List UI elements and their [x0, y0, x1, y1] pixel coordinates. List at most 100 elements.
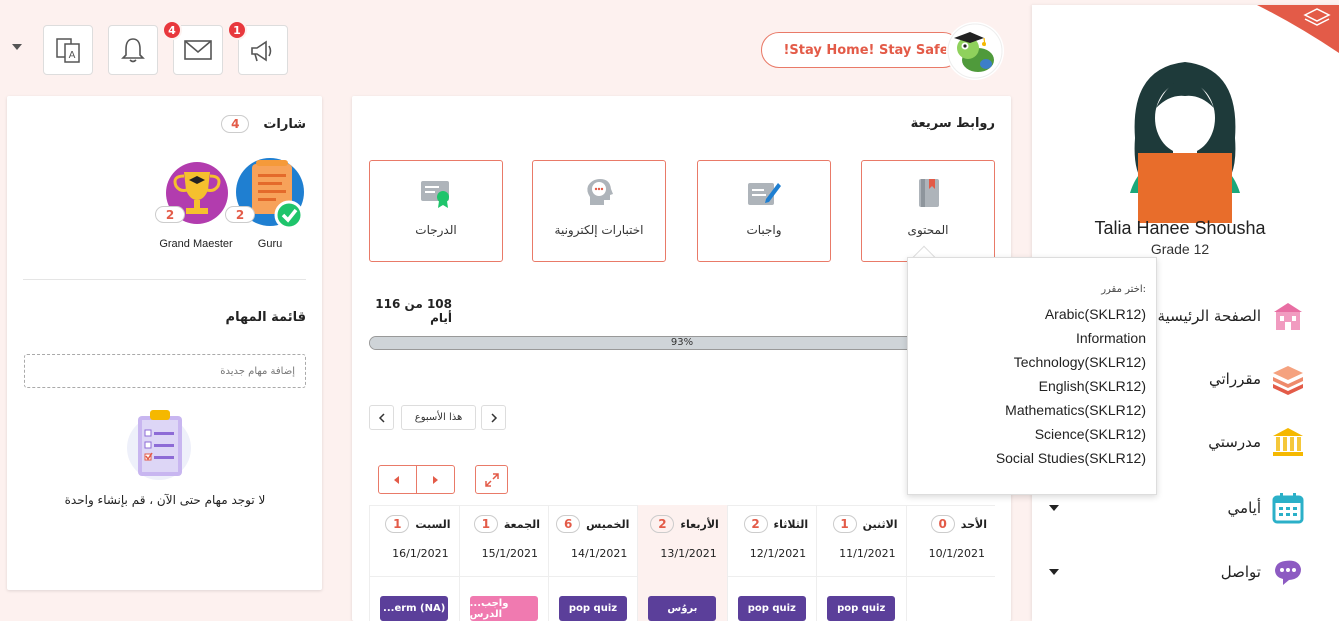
day-date: 10/1/2021	[928, 547, 985, 560]
language-button[interactable]: A	[43, 25, 93, 75]
user-avatar	[1100, 58, 1270, 228]
course-option[interactable]: Technology(SKLR12)	[1014, 354, 1146, 370]
nav-home-label: الصفحة الرئيسية	[1157, 307, 1262, 325]
calendar-event[interactable]: pop quiz	[827, 596, 896, 621]
notifications-button[interactable]	[108, 25, 158, 75]
calendar-event[interactable]: ...واجب الدرس	[469, 596, 538, 621]
day-date: 16/1/2021	[392, 547, 449, 560]
calendar-event[interactable]: بروُس	[648, 596, 717, 621]
thinking-head-icon	[587, 179, 613, 205]
day-name: الاثنين	[862, 517, 898, 531]
book-icon	[919, 179, 939, 207]
translate-icon: A	[56, 38, 80, 63]
quick-links-title: روابط سريعة	[910, 116, 995, 131]
day-name: الأربعاء	[680, 517, 719, 531]
day-name: الثلاثاء	[773, 517, 809, 531]
calendar-prev-button[interactable]	[379, 466, 417, 493]
day-event-count: 1	[473, 515, 498, 533]
course-popup-label: اختر مقرر:	[1101, 284, 1146, 295]
day-name: الجمعة	[503, 517, 540, 531]
badge-grand-maester-count: 2	[155, 206, 185, 223]
tasks-empty-message: لا توجد مهام حتى الآن ، قم بإنشاء واحدة	[64, 493, 266, 507]
tile-grades-label: الدرجات	[415, 223, 457, 237]
badges-header: 4 شارات	[221, 115, 306, 133]
user-grade: Grade 12	[1150, 241, 1210, 257]
this-week-button[interactable]: هذا الأسبوع	[401, 405, 476, 430]
expand-icon	[484, 472, 499, 487]
user-name: Talia Hanee Shousha	[1094, 218, 1266, 238]
books-icon	[1273, 366, 1303, 395]
user-menu-caret[interactable]	[12, 44, 22, 50]
day-header: 2 الأربعاء	[650, 515, 719, 533]
day-header: 0 الأحد	[930, 515, 987, 533]
day-name: الأحد	[960, 517, 987, 531]
day-column[interactable]: 6 الخميس 14/1/2021 pop quiz	[548, 505, 637, 621]
day-date: 13/1/2021	[660, 547, 717, 560]
day-column[interactable]: 1 السبت 16/1/2021 ...erm (NA)	[369, 505, 458, 621]
nav-my-school-label: مدرستي	[1208, 433, 1261, 451]
course-option[interactable]: Social Studies(SKLR12)	[996, 450, 1146, 466]
caret-right-icon	[433, 475, 439, 484]
expand-calendar-button[interactable]	[475, 465, 508, 494]
tile-grades[interactable]: الدرجات	[369, 160, 503, 262]
calendar-event[interactable]: ...erm (NA)	[380, 596, 449, 621]
tasks-title: قائمة المهام	[225, 310, 306, 325]
tile-e-exams[interactable]: اختبارات إلكترونية	[532, 160, 666, 262]
new-task-input[interactable]	[24, 354, 306, 388]
year-progress-percent: 93%	[670, 337, 694, 348]
day-event-count: 2	[650, 515, 675, 533]
day-header: 1 الجمعة	[473, 515, 540, 533]
calendar-icon	[1272, 493, 1304, 524]
calendar-event[interactable]: pop quiz	[559, 596, 627, 621]
messages-badge: 4	[162, 20, 182, 40]
nav-communicate[interactable]: تواصل	[1045, 552, 1305, 592]
calendar-event[interactable]: pop quiz	[737, 596, 806, 621]
day-header: 2 الثلاثاء	[743, 515, 809, 533]
stay-home-banner[interactable]: !Stay Home! Stay Safe	[761, 32, 961, 68]
clipboard-illustration	[124, 406, 194, 482]
next-week-button[interactable]	[481, 405, 506, 430]
calendar-nav-group	[378, 465, 455, 494]
day-column[interactable]: 2 الثلاثاء 12/1/2021 pop quiz	[726, 505, 816, 621]
day-event-count: 2	[743, 515, 768, 533]
turtle-mascot-icon	[947, 23, 1003, 79]
badge-grand-maester-name: Grand Maester	[159, 238, 233, 250]
chevron-down-icon[interactable]	[1049, 569, 1059, 575]
prev-week-button[interactable]	[369, 405, 394, 430]
day-name: الخميس	[586, 517, 630, 531]
day-date: 14/1/2021	[570, 547, 628, 560]
chevron-down-icon[interactable]	[1049, 505, 1059, 511]
nav-my-courses-label: مقرراتي	[1209, 370, 1261, 388]
day-date: 11/1/2021	[839, 547, 896, 560]
course-option[interactable]: Arabic(SKLR12)	[1045, 306, 1146, 322]
course-option[interactable]: Mathematics(SKLR12)	[1005, 402, 1146, 418]
day-column[interactable]: 1 الجمعة 15/1/2021 ...واجب الدرس	[458, 505, 548, 621]
tile-assignments[interactable]: واجبات	[697, 160, 831, 262]
badges-title: شارات	[263, 116, 306, 132]
day-column[interactable]: 2 الأربعاء 13/1/2021 بروُس	[637, 505, 727, 621]
caret-left-icon	[394, 475, 400, 484]
clipboard-icon	[127, 410, 191, 480]
certificate-icon	[421, 181, 449, 208]
day-date: 12/1/2021	[749, 547, 807, 560]
course-option[interactable]: Information	[1076, 330, 1146, 346]
institution-icon	[1273, 428, 1303, 456]
course-option[interactable]: English(SKLR12)	[1039, 378, 1146, 394]
chat-icon	[1275, 560, 1301, 585]
envelope-icon	[184, 40, 212, 60]
days-progress-label: 108 من 116 أيام	[375, 297, 452, 325]
edit-document-icon	[748, 183, 781, 205]
day-column[interactable]: 0 الأحد 10/1/2021	[905, 505, 995, 621]
day-event-count: 1	[832, 515, 857, 533]
nav-communicate-label: تواصل	[1220, 563, 1261, 581]
megaphone-icon	[251, 40, 272, 62]
calendar-next-button[interactable]	[417, 466, 455, 493]
day-event-count: 6	[556, 515, 581, 533]
day-column[interactable]: 1 الاثنين 11/1/2021 pop quiz	[816, 505, 905, 621]
course-option[interactable]: Science(SKLR12)	[1035, 426, 1146, 442]
day-header: 6 الخميس	[556, 515, 629, 533]
tile-content[interactable]: المحتوى	[861, 160, 995, 262]
day-name: السبت	[415, 517, 451, 531]
chevron-left-icon	[378, 412, 385, 423]
course-popup: اختر مقرر: Arabic(SKLR12) Information Te…	[907, 257, 1157, 495]
